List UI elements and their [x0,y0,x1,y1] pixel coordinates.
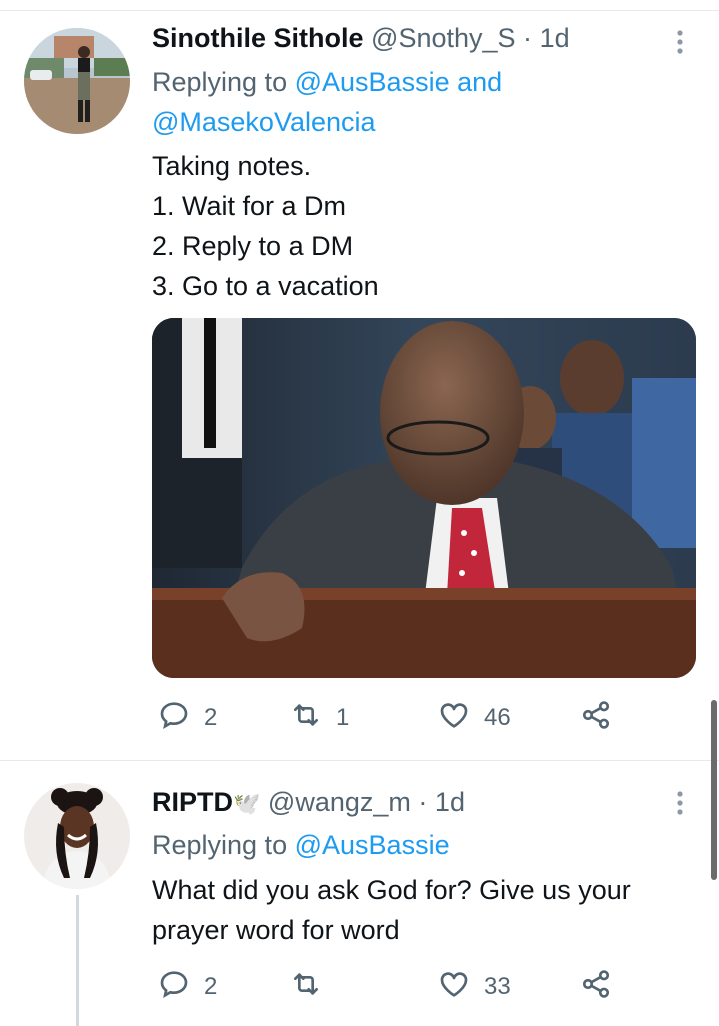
separator-dot: · [418,787,428,817]
mention-link[interactable]: @AusBassie [295,67,450,97]
mention-link[interactable]: @MasekoValencia [152,107,376,137]
and-link[interactable]: and [457,67,502,97]
user-handle[interactable]: @Snothy_S [371,23,516,53]
tweet-header: Sinothile Sithole @Snothy_S · 1d [152,22,570,54]
retweet-icon [290,968,322,1007]
like-button[interactable]: 46 [438,698,511,738]
reply-button[interactable]: 2 [158,698,217,738]
avatar[interactable] [24,28,130,134]
share-button[interactable] [580,698,612,738]
replying-to: Replying to @AusBassie and @MasekoValenc… [152,62,592,142]
separator-dot: · [523,23,533,53]
tweet-1[interactable]: Sinothile Sithole @Snothy_S · 1d Replyin… [0,0,719,760]
timestamp[interactable]: 1d [435,787,465,817]
like-count: 46 [484,704,511,731]
comment-icon [158,699,190,738]
like-button[interactable]: 33 [438,967,511,1007]
tweet-text: Taking notes. 1. Wait for a Dm 2. Reply … [152,146,379,306]
dove-emoji: 🕊️ [233,791,261,816]
tweet-2[interactable]: RIPTD🕊️ @wangz_m · 1d Replying to @AusBa… [0,761,719,1026]
mention-link[interactable]: @AusBassie [295,830,450,860]
retweet-button[interactable] [290,967,336,1007]
more-vertical-icon[interactable] [670,28,690,59]
tweet-actions: 2 1 46 [152,698,672,738]
comment-icon [158,968,190,1007]
thread-line [76,895,79,1026]
replying-prefix: Replying to [152,830,288,860]
retweet-count: 1 [336,704,350,731]
share-icon [580,699,612,738]
tweet-text-line: 2. Reply to a DM [152,231,354,261]
display-name[interactable]: RIPTD [152,787,233,817]
retweet-button[interactable]: 1 [290,698,349,738]
retweet-icon [290,699,322,738]
tweet-text-line: 3. Go to a vacation [152,271,379,301]
reply-count: 2 [204,704,218,731]
share-icon [580,968,612,1007]
heart-icon [438,699,470,738]
tweet-header: RIPTD🕊️ @wangz_m · 1d [152,786,465,820]
tweet-text: What did you ask God for? Give us your p… [152,870,631,950]
tweet-photo[interactable] [152,318,696,678]
display-name[interactable]: Sinothile Sithole [152,23,364,53]
tweet-text-line: What did you ask God for? Give us your [152,875,631,905]
scrollbar[interactable] [711,700,717,880]
more-vertical-icon[interactable] [670,789,690,820]
tweet-text-line: 1. Wait for a Dm [152,191,347,221]
timestamp[interactable]: 1d [540,23,570,53]
tweet-text-line: prayer word for word [152,915,400,945]
reply-button[interactable]: 2 [158,967,217,1007]
reply-count: 2 [204,973,218,1000]
heart-icon [438,968,470,1007]
like-count: 33 [484,973,511,1000]
tweet-actions: 2 33 [152,967,672,1007]
avatar[interactable] [24,783,130,889]
tweet-text-line: Taking notes. [152,151,312,181]
replying-to: Replying to @AusBassie [152,825,450,865]
user-handle[interactable]: @wangz_m [268,787,411,817]
replying-prefix: Replying to [152,67,288,97]
share-button[interactable] [580,967,612,1007]
